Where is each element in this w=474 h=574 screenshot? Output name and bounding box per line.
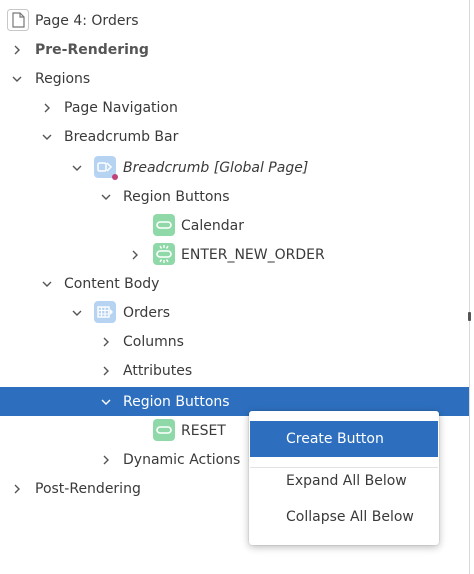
chevron-right-icon[interactable] [10,482,24,496]
tree-node-orders-region[interactable]: Orders [0,298,469,327]
global-page-indicator-icon [112,174,118,180]
panel-divider [469,0,470,574]
tree-label: Calendar [181,218,244,234]
chevron-down-icon[interactable] [99,395,113,409]
context-menu: Create Button Expand All Below Collapse … [249,411,439,545]
tree-label: Pre-Rendering [35,42,149,58]
resize-handle[interactable] [468,312,471,321]
chevron-right-icon[interactable] [99,453,113,467]
chevron-right-icon[interactable] [99,364,113,378]
tree-node-columns[interactable]: Columns [0,327,469,356]
chevron-right-icon[interactable] [10,43,24,57]
chevron-right-icon[interactable] [128,248,142,262]
tree-node-content-body[interactable]: Content Body [0,269,469,298]
page-title: Page 4: Orders [35,13,139,29]
tree-node-enter-new-order-button[interactable]: ENTER_NEW_ORDER [0,240,469,269]
chevron-down-icon[interactable] [10,72,24,86]
tree-node-breadcrumb-region[interactable]: Breadcrumb [Global Page] [0,153,469,182]
tree-label: Breadcrumb [Global Page] [123,160,309,176]
tree-label: Region Buttons [123,394,230,410]
tree-label: Regions [35,71,91,87]
tree-label: Orders [123,305,171,321]
page-icon [7,9,29,31]
chevron-down-icon[interactable] [40,130,54,144]
tree-label: Page Navigation [64,100,178,116]
tree-node-page[interactable]: Page 4: Orders [0,6,469,35]
tree-label: ENTER_NEW_ORDER [181,247,325,263]
tree-label: Region Buttons [123,189,230,205]
tree-label: Attributes [123,363,193,379]
menu-item-expand-all-below[interactable]: Expand All Below [250,463,438,499]
tree-label: Content Body [64,276,160,292]
tree-node-pre-rendering[interactable]: Pre-Rendering [0,35,469,64]
tree-node-page-navigation[interactable]: Page Navigation [0,93,469,122]
chevron-right-icon[interactable] [99,335,113,349]
menu-item-create-button[interactable]: Create Button [250,421,438,457]
tree-label: RESET [181,423,226,439]
button-icon [153,214,175,236]
tree-label: Post-Rendering [35,481,141,497]
interactive-report-icon [94,301,116,323]
tree-label: Breadcrumb Bar [64,129,179,145]
tree-node-region-buttons[interactable]: Region Buttons [0,182,469,211]
tree-label: Dynamic Actions [123,452,241,468]
button-with-actions-icon [153,243,175,265]
tree-node-regions[interactable]: Regions [0,64,469,93]
menu-item-collapse-all-below[interactable]: Collapse All Below [250,499,438,535]
chevron-down-icon[interactable] [70,161,84,175]
chevron-down-icon[interactable] [70,306,84,320]
tree-node-breadcrumb-bar[interactable]: Breadcrumb Bar [0,122,469,151]
chevron-down-icon[interactable] [40,277,54,291]
chevron-right-icon[interactable] [40,101,54,115]
tree-node-calendar-button[interactable]: Calendar [0,211,469,240]
button-icon [153,419,175,441]
chevron-down-icon[interactable] [99,190,113,204]
tree-label: Columns [123,334,184,350]
tree-node-attributes[interactable]: Attributes [0,356,469,385]
